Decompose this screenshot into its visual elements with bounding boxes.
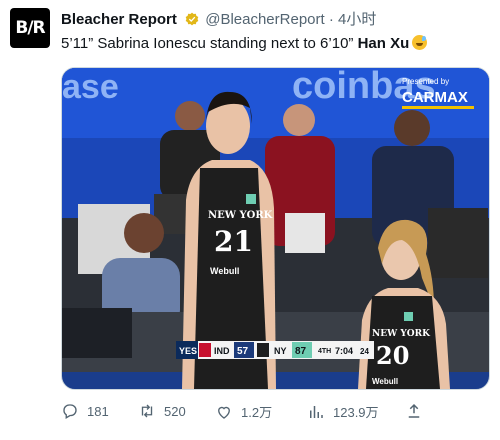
tweet-media-image[interactable]: ase coinbas Presented by CARMAX NEW YORK bbox=[61, 67, 490, 390]
scorebug-away-team: IND bbox=[214, 346, 230, 356]
banner-left-text: ase bbox=[62, 68, 119, 106]
media-scene: ase coinbas Presented by CARMAX NEW YORK bbox=[62, 68, 489, 389]
han-xu-jersey-sponsor: Webull bbox=[210, 266, 239, 276]
retweet-count: 520 bbox=[164, 403, 186, 419]
scorebug: YES IND 57 NY 87 4TH 7:04 24 bbox=[176, 341, 374, 359]
tweet-text-mention: Han Xu bbox=[357, 35, 410, 52]
reply-icon bbox=[63, 404, 77, 419]
han-xu-jersey-number: 21 bbox=[214, 225, 253, 258]
ionescu-jersey-team: NEW YORK bbox=[372, 329, 431, 339]
profile-avatar[interactable]: B/R bbox=[10, 8, 50, 48]
scorebug-quarter: 4TH bbox=[318, 348, 331, 355]
retweet-button[interactable]: 520 bbox=[138, 402, 186, 420]
retweet-icon bbox=[141, 404, 153, 418]
author-name[interactable]: Bleacher Report bbox=[61, 11, 177, 28]
scorebug-network: YES bbox=[179, 346, 197, 356]
sweat-smile-emoji-icon bbox=[412, 35, 428, 50]
like-count: 1.2万 bbox=[241, 405, 273, 420]
views-count: 123.9万 bbox=[333, 405, 379, 420]
like-button[interactable]: 1.2万 bbox=[215, 402, 272, 421]
scorebug-home-team: NY bbox=[274, 346, 287, 356]
share-button[interactable] bbox=[405, 402, 431, 420]
share-icon bbox=[408, 403, 420, 418]
ionescu-jersey-number: 20 bbox=[376, 341, 409, 370]
views-button[interactable]: 123.9万 bbox=[307, 402, 379, 421]
tweet-text: 5’11” Sabrina Ionescu standing next to 6… bbox=[61, 34, 428, 54]
han-xu-jersey-team: NEW YORK bbox=[208, 210, 273, 221]
scorebug-clock: 7:04 bbox=[335, 346, 353, 356]
scorebug-away-score: 57 bbox=[237, 346, 249, 357]
tweet-timestamp[interactable]: 4小时 bbox=[338, 11, 376, 28]
ionescu-jersey-sponsor: Webull bbox=[372, 377, 398, 386]
scorebug-home-score: 87 bbox=[295, 346, 307, 357]
tweet-text-main: 5’11” Sabrina Ionescu standing next to 6… bbox=[61, 35, 358, 52]
separator-dot: · bbox=[328, 11, 334, 28]
sponsor-logo: CARMAX bbox=[402, 89, 468, 106]
reply-count: 181 bbox=[87, 403, 109, 419]
reply-button[interactable]: 181 bbox=[61, 402, 109, 420]
tweet-actions: 181 520 1.2万 123.9万 bbox=[61, 402, 481, 424]
verified-badge-icon bbox=[185, 12, 199, 26]
sponsor-label: Presented by bbox=[402, 77, 449, 86]
tweet-header: Bleacher Report @BleacherReport · 4小时 bbox=[61, 11, 376, 29]
views-bar-chart-icon bbox=[310, 405, 323, 418]
scorebug-shot-clock: 24 bbox=[360, 347, 369, 356]
heart-icon bbox=[218, 406, 230, 419]
author-handle[interactable]: @BleacherReport bbox=[205, 11, 324, 28]
